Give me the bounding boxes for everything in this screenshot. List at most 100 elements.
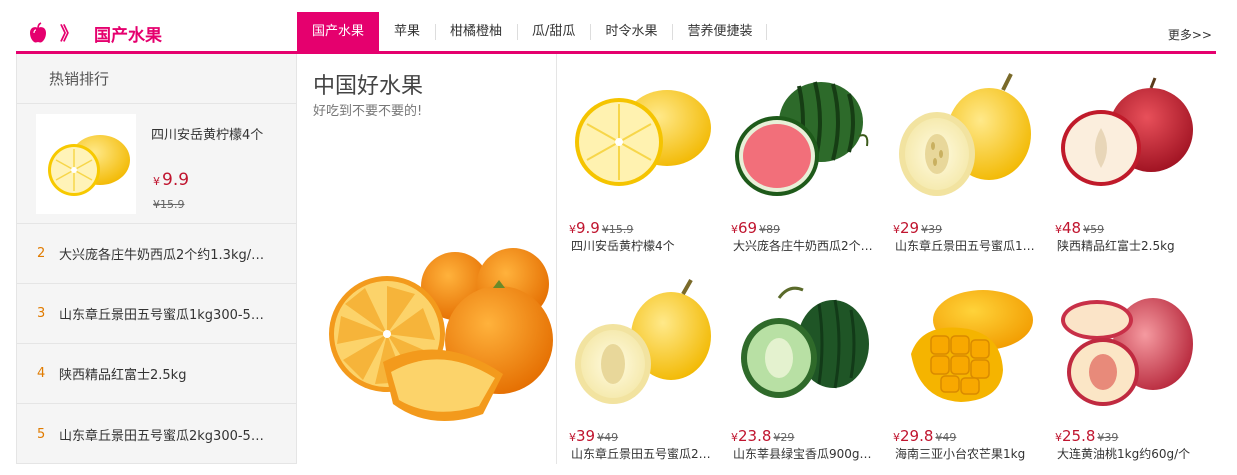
category-tabs: 国产水果 苹果 柑橘橙柚 瓜/甜瓜 时令水果 营养便捷装 bbox=[297, 12, 768, 51]
product-card[interactable]: ¥69¥89 大兴庞各庄牛奶西瓜2个约1.3kg bbox=[727, 60, 879, 255]
currency-symbol: ¥ bbox=[153, 175, 160, 188]
current-price-value: 29 bbox=[900, 219, 920, 237]
melon-image bbox=[899, 73, 1031, 196]
peach-image bbox=[1061, 298, 1193, 406]
promo-banner[interactable]: 中国好水果 好吃到不要不要的! bbox=[297, 54, 557, 464]
rank-number: 2 bbox=[37, 246, 46, 261]
current-price-value: 39 bbox=[576, 427, 596, 445]
mango-image bbox=[911, 290, 1033, 402]
ranking-top-old-price: ¥15.9 bbox=[153, 198, 185, 211]
rank-name: 山东章丘景田五号蜜瓜2kg300-5… bbox=[59, 428, 264, 444]
current-price-value: 29.8 bbox=[900, 427, 934, 445]
product-name: 山东章丘景田五号蜜瓜1kg300-500g bbox=[895, 239, 1041, 253]
currency-symbol: ¥ bbox=[1055, 223, 1062, 236]
rank-number: 5 bbox=[37, 426, 46, 442]
rank-name: 山东章丘景田五号蜜瓜1kg300-5… bbox=[59, 308, 264, 323]
product-card[interactable]: ¥48 ¥59 陕西精品红富士2.5kg bbox=[1051, 60, 1201, 255]
ranking-top-name: 四川安岳黄柠檬4个 bbox=[151, 128, 264, 143]
ranking-top-item[interactable]: 四川安岳黄柠檬4个 ¥9.9 ¥15.9 bbox=[17, 104, 296, 224]
currency-symbol: ¥ bbox=[1055, 431, 1062, 444]
currency-symbol: ¥ bbox=[893, 431, 900, 444]
original-price: ¥15.9 bbox=[601, 223, 634, 236]
current-price: ¥25.8 bbox=[1055, 427, 1095, 445]
category-title: 国产水果 bbox=[94, 25, 162, 46]
ranking-top-price: ¥9.9 bbox=[153, 170, 189, 190]
green-melon-image bbox=[741, 286, 869, 398]
more-link[interactable]: 更多>> bbox=[1168, 26, 1212, 43]
apple-icon bbox=[30, 22, 46, 43]
current-price: ¥39 bbox=[569, 427, 595, 445]
price-row: ¥23.8 ¥29 bbox=[731, 426, 794, 445]
hot-ranking-panel: 热销排行 四川安岳黄柠檬4个 ¥9.9 ¥15.9 2 大兴庞各庄牛奶西瓜2个约… bbox=[16, 54, 297, 464]
current-price: ¥29 bbox=[893, 219, 919, 237]
original-price: ¥49 bbox=[597, 431, 619, 444]
ranking-row[interactable]: 2 大兴庞各庄牛奶西瓜2个约1.3kg/… bbox=[17, 224, 296, 284]
product-card[interactable]: ¥29¥39 山东章丘景田五号蜜瓜1kg300-500g bbox=[889, 60, 1041, 255]
current-price: ¥69 bbox=[731, 219, 757, 237]
currency-symbol: ¥ bbox=[731, 223, 738, 236]
promo-title: 中国好水果 bbox=[313, 74, 424, 99]
product-card[interactable]: ¥29.8 ¥49 海南三亚小台农芒果1kg bbox=[889, 268, 1039, 463]
currency-symbol: ¥ bbox=[569, 431, 576, 444]
oranges-image bbox=[329, 248, 553, 422]
current-price-value: 69 bbox=[738, 219, 758, 237]
product-card[interactable]: ¥25.8 ¥39 大连黄油桃1kg约60g/个 bbox=[1051, 268, 1201, 463]
price-row: ¥29.8 ¥49 bbox=[893, 426, 956, 445]
current-price: ¥9.9 bbox=[569, 219, 600, 237]
original-price: ¥39 bbox=[921, 223, 943, 236]
product-card[interactable]: ¥9.9 ¥15.9 四川安岳黄柠檬4个 bbox=[565, 60, 715, 255]
ranking-row[interactable]: 5 山东章丘景田五号蜜瓜2kg300-5… bbox=[17, 404, 296, 464]
product-name: 大连黄油桃1kg约60g/个 bbox=[1057, 447, 1191, 461]
tab-melon[interactable]: 瓜/甜瓜 bbox=[517, 12, 590, 51]
ranking-row[interactable]: 4 陕西精品红富士2.5kg bbox=[17, 344, 296, 404]
rank-name: 陕西精品红富士2.5kg bbox=[59, 368, 187, 383]
original-price: ¥59 bbox=[1083, 223, 1105, 236]
rank-number: 3 bbox=[37, 306, 46, 321]
tab-citrus[interactable]: 柑橘橙柚 bbox=[435, 12, 517, 51]
product-name: 山东莘县绿宝香瓜900g… bbox=[733, 447, 872, 461]
tab-apple[interactable]: 苹果 bbox=[379, 12, 435, 51]
lemon-image bbox=[575, 90, 711, 186]
tab-convenient-pack[interactable]: 营养便捷装 bbox=[672, 12, 768, 51]
price-row: ¥39 ¥49 bbox=[569, 426, 618, 445]
product-card[interactable]: ¥23.8 ¥29 山东莘县绿宝香瓜900g… bbox=[727, 268, 877, 463]
price-row: ¥29 ¥39 bbox=[893, 218, 942, 237]
apple-image bbox=[1061, 77, 1193, 186]
current-price-value: 9.9 bbox=[576, 219, 600, 237]
current-price-value: 23.8 bbox=[738, 427, 772, 445]
currency-symbol: ¥ bbox=[569, 223, 576, 236]
current-price: ¥48 bbox=[1055, 219, 1081, 237]
product-grid: ¥9.9¥15.9 四川安岳黄柠檬4个 ¥69¥89 大兴庞各庄牛奶西瓜2个约1… bbox=[565, 60, 1215, 463]
original-price: ¥39 bbox=[1097, 431, 1119, 444]
price-row: ¥69 ¥89 bbox=[731, 218, 780, 237]
watermelon-image bbox=[735, 81, 869, 196]
price-row: ¥48 ¥59 bbox=[1055, 218, 1104, 237]
ranking-top-price-value: 9.9 bbox=[162, 170, 190, 190]
product-name: 海南三亚小台农芒果1kg bbox=[895, 447, 1026, 461]
original-price: ¥29 bbox=[773, 431, 795, 444]
current-price: ¥23.8 bbox=[731, 427, 771, 445]
price-row: ¥25.8 ¥39 bbox=[1055, 426, 1118, 445]
tab-domestic-fruit[interactable]: 国产水果 bbox=[297, 12, 380, 51]
product-card[interactable]: ¥39¥49 山东章丘景田五号蜜瓜2kg300-500g bbox=[565, 268, 717, 463]
currency-symbol: ¥ bbox=[731, 431, 738, 444]
promo-subtitle: 好吃到不要不要的! bbox=[313, 104, 423, 119]
rank-name: 大兴庞各庄牛奶西瓜2个约1.3kg/… bbox=[59, 248, 265, 263]
melon-image bbox=[575, 279, 711, 404]
tab-seasonal[interactable]: 时令水果 bbox=[590, 12, 672, 51]
current-price-value: 25.8 bbox=[1062, 427, 1096, 445]
ranking-row[interactable]: 3 山东章丘景田五号蜜瓜1kg300-5… bbox=[17, 284, 296, 344]
ranking-title: 热销排行 bbox=[17, 54, 296, 104]
original-price: ¥89 bbox=[759, 223, 781, 236]
category-header: 》 国产水果 国产水果 苹果 柑橘橙柚 瓜/甜瓜 时令水果 营养便捷装 更多>> bbox=[16, 12, 1216, 54]
product-name: 大兴庞各庄牛奶西瓜2个约1.3kg bbox=[733, 239, 879, 253]
product-name: 四川安岳黄柠檬4个 bbox=[571, 239, 675, 253]
current-price-value: 48 bbox=[1062, 219, 1082, 237]
current-price: ¥29.8 bbox=[893, 427, 933, 445]
category-brand: 》 国产水果 bbox=[26, 20, 162, 46]
original-price: ¥49 bbox=[935, 431, 957, 444]
rank-number: 4 bbox=[37, 366, 46, 381]
price-row: ¥9.9 ¥15.9 bbox=[569, 218, 633, 237]
product-name: 山东章丘景田五号蜜瓜2kg300-500g bbox=[571, 447, 717, 461]
double-arrow-icon: 》 bbox=[60, 24, 78, 45]
